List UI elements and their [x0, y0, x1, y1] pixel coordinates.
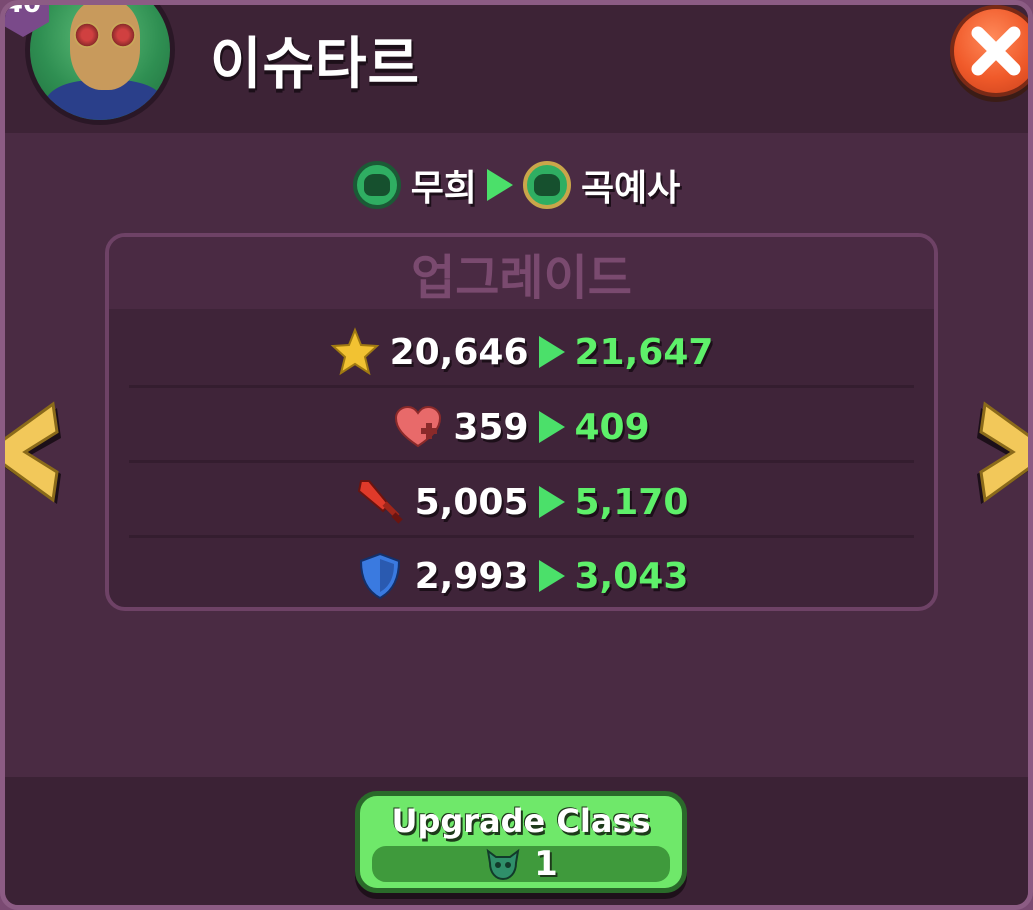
close-button[interactable] [950, 5, 1028, 97]
previous-hero-button[interactable] [5, 400, 63, 512]
stat-row-attack: 5,005 5,170 [109, 465, 934, 539]
stat-old-value: 2,993 [414, 555, 529, 597]
close-icon [971, 26, 1021, 76]
heart-plus-icon [393, 402, 443, 452]
stats-panel: 업그레이드 20,646 21,647 359 409 5,005 5,170 … [105, 233, 938, 611]
star-icon [330, 327, 380, 377]
arrow-right-icon [538, 560, 565, 592]
arrow-right-icon [538, 411, 565, 443]
chevron-left-icon [5, 401, 61, 504]
arrow-right-icon [538, 486, 565, 518]
stat-old-value: 5,005 [414, 481, 529, 523]
stat-new-value: 5,170 [574, 481, 689, 523]
upgrade-class-button[interactable]: Upgrade Class 1 [355, 791, 687, 893]
hero-name: 이슈타르 [210, 32, 421, 97]
shield-icon [355, 551, 405, 601]
upgrade-cost: 1 [372, 844, 670, 884]
stat-new-value: 409 [574, 406, 650, 448]
stat-new-value: 3,043 [574, 555, 689, 597]
upgrade-class-label: Upgrade Class [391, 802, 651, 840]
chevron-right-icon [977, 401, 1028, 504]
stat-new-value: 21,647 [574, 331, 714, 373]
stat-row-defense: 2,993 3,043 [109, 539, 934, 607]
stat-row-health: 359 409 [109, 390, 934, 464]
current-class-icon [352, 161, 401, 209]
stats-title: 업그레이드 [411, 250, 632, 306]
hero-upgrade-panel: 40 이슈타르 무희 곡예사 업그레이드 20,646 21,647 359 4… [0, 0, 1033, 910]
arrow-right-icon [486, 169, 513, 201]
upgrade-cost-value: 1 [534, 844, 558, 884]
current-class-name: 무희 [410, 168, 477, 209]
sword-icon [355, 477, 405, 527]
next-hero-button[interactable] [975, 400, 1028, 512]
class-change-row: 무희 곡예사 [5, 155, 1028, 215]
level-text: 40 [4, 0, 42, 19]
next-class-icon [522, 161, 571, 209]
stat-old-value: 359 [453, 406, 529, 448]
stat-row-power: 20,646 21,647 [109, 315, 934, 389]
next-class-name: 곡예사 [580, 168, 681, 209]
stats-title-band: 업그레이드 [109, 237, 934, 309]
arrow-right-icon [538, 336, 565, 368]
class-token-icon [486, 848, 520, 881]
stat-old-value: 20,646 [389, 331, 529, 373]
